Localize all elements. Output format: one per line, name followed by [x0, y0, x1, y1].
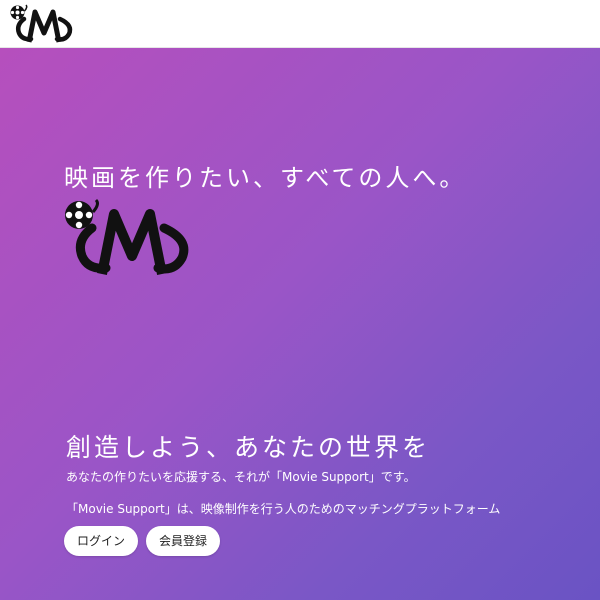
hero-section: 映画を作りたい、すべての人へ。 創造しよう、あなたの世界を あなたの作りたいを応… [0, 48, 600, 600]
hero-description: 「Movie Support」は、映像制作を行う人のためのマッチングプラットフォ… [66, 502, 501, 516]
hero-subline: あなたの作りたいを応援する、それが「Movie Support」です。 [66, 470, 416, 484]
hero-logo [65, 198, 189, 275]
login-button[interactable]: ログイン [64, 526, 138, 556]
register-button[interactable]: 会員登録 [146, 526, 220, 556]
site-header [0, 0, 600, 48]
hero-tagline: 映画を作りたい、すべての人へ。 [64, 164, 467, 192]
hero-headline: 創造しよう、あなたの世界を [66, 433, 431, 462]
header-logo[interactable] [4, 4, 84, 46]
